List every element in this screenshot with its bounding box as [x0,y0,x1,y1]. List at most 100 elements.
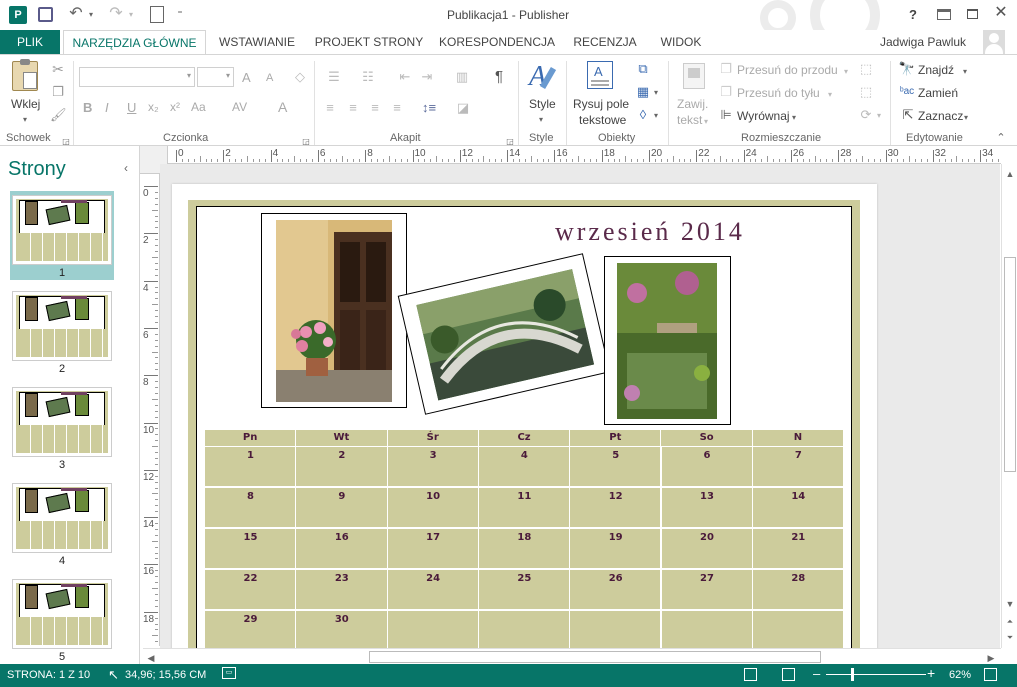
tab-insert[interactable]: WSTAWIANIE [212,30,302,54]
select-button[interactable]: Zaznacz [918,109,963,123]
grow-font-button[interactable]: A [242,70,251,85]
fit-page-icon[interactable] [984,668,997,681]
ribbon-display-options-icon[interactable] [937,9,951,20]
tab-view[interactable]: WIDOK [652,30,710,54]
wrap-text-dropdown-icon[interactable]: ▾ [702,114,710,130]
bullets-icon[interactable]: ☰ [322,69,346,85]
tab-home[interactable]: NARZĘDZIA GŁÓWNE [63,30,206,55]
calendar-table[interactable]: Pn Wt Śr Cz Pt So N 1 2 3 4 5 6 7 8 9 10 11 12 13 14 15 16 17 18… [205,430,845,648]
page-thumbnail[interactable] [12,387,112,457]
page-indicator[interactable]: STRONA: 1 Z 10 [7,669,90,681]
columns-icon[interactable]: ▥ [450,69,474,85]
avatar[interactable] [983,30,1005,54]
restore-icon[interactable] [967,9,978,19]
user-name[interactable]: Jadwiga Pawluk [880,35,966,49]
qat-customize-icon[interactable]: ⁼ [174,7,186,23]
styles-button[interactable]: Style [529,97,556,111]
find-button[interactable]: Znajdź [918,63,954,77]
underline-button[interactable]: U [127,100,136,115]
draw-textbox-button[interactable]: Rysuj pole [573,97,629,111]
calendar-cell[interactable] [387,610,479,648]
align-right-icon[interactable]: ≡ [367,100,383,116]
zoom-out-icon[interactable]: – [813,666,820,681]
calendar-cell[interactable] [752,610,845,648]
photo-garden[interactable] [604,256,731,425]
send-backward-icon[interactable]: ❐ [718,84,734,100]
horizontal-ruler[interactable]: 0 2 4 6 8 10 12 14 16 18 20 22 24 26 28 30 32 34 [168,146,1001,164]
save-icon[interactable] [38,7,53,22]
replace-button[interactable]: Zamień [918,86,958,100]
document-canvas[interactable]: wrzesień 2014 Pn Wt Śr Cz Pt So N 1 2 3 … [160,164,1000,648]
ungroup-objects-icon[interactable]: ⬚ [857,84,875,100]
zoom-slider[interactable] [826,674,926,675]
font-color-button[interactable]: A [278,99,287,115]
scroll-down-icon[interactable]: ▼ [1004,596,1016,612]
photo-door[interactable] [261,213,407,408]
replace-icon[interactable]: ᵇac [898,84,916,100]
paragraph-shading-icon[interactable]: ◪ [452,100,474,116]
align-objects-icon[interactable]: ⊫ [718,107,734,123]
next-page-icon[interactable]: ⏷ [1004,630,1016,646]
undo-dropdown-icon[interactable]: ▾ [86,7,96,23]
paste-button[interactable]: Wklej [11,97,40,111]
subscript-button[interactable]: x₂ [148,100,159,114]
page-thumbnail[interactable] [12,483,112,553]
calendar-cell[interactable] [570,610,662,648]
cut-icon[interactable]: ✂ [50,61,66,77]
close-icon[interactable]: ✕ [993,5,1009,21]
two-page-view-icon[interactable] [782,668,795,681]
wrap-text-icon[interactable] [683,63,705,89]
collapse-pages-panel-icon[interactable]: ‹ [120,160,132,176]
redo-dropdown-icon[interactable]: ▾ [126,7,136,23]
vertical-ruler[interactable]: 0 2 4 6 8 10 12 14 16 18 [140,174,160,646]
send-backward-dropdown-icon[interactable]: ▾ [826,87,834,103]
calendar-cell[interactable] [478,610,571,648]
numbering-icon[interactable]: ☷ [356,69,380,85]
vertical-scrollbar[interactable]: ▲ ▼ ⏶ ⏷ [1001,164,1017,648]
bold-button[interactable]: B [83,100,92,115]
find-dropdown-icon[interactable]: ▾ [961,64,969,80]
undo-icon[interactable]: ↶ [68,6,84,22]
clear-formatting-icon[interactable]: ◇ [292,69,308,85]
month-title[interactable]: wrzesień 2014 [555,217,745,247]
decrease-indent-icon[interactable]: ⇤ [396,69,414,85]
wrap-text-button-line2[interactable]: tekst [677,113,702,127]
collapse-ribbon-icon[interactable]: ⌃ [994,130,1008,146]
styles-dropdown-icon[interactable]: ▾ [536,112,546,128]
page-thumbnail[interactable] [12,195,112,265]
draw-textbox-button-line2[interactable]: tekstowe [579,113,626,127]
show-formatting-marks-button[interactable]: ¶ [495,68,503,85]
shrink-font-button[interactable]: A [266,72,273,84]
align-objects-button[interactable]: Wyrównaj [737,109,790,123]
tab-mailings[interactable]: KORESPONDENCJA [436,30,558,54]
change-case-button[interactable]: Aa [191,100,206,114]
paste-dropdown-icon[interactable]: ▾ [20,112,30,128]
shapes-dropdown-icon[interactable]: ▾ [652,108,660,124]
format-painter-icon[interactable]: 🖌 [50,107,67,123]
justify-icon[interactable]: ≡ [389,100,405,116]
character-spacing-button[interactable]: AV [232,100,247,114]
layout-icon[interactable]: ▭ [222,667,236,679]
wrap-text-button[interactable]: Zawij. [677,97,708,111]
font-name-dropdown[interactable]: ▾ [79,67,195,87]
bring-forward-icon[interactable]: ❐ [718,61,734,77]
rotate-dropdown-icon[interactable]: ▾ [875,108,883,124]
page-thumbnail[interactable] [12,291,112,361]
styles-icon[interactable]: A [529,61,557,93]
table-dropdown-icon[interactable]: ▾ [652,85,660,101]
align-left-icon[interactable]: ≡ [322,100,338,116]
zoom-slider-thumb[interactable] [851,668,854,681]
horizontal-scrollbar[interactable]: ◀ ▶ [143,648,1001,664]
help-button[interactable]: ? [909,7,917,22]
find-icon[interactable]: 🔭 [898,61,916,77]
bring-forward-button[interactable]: Przesuń do przodu [737,63,838,77]
align-center-icon[interactable]: ≡ [345,100,361,116]
horizontal-scroll-thumb[interactable] [369,651,821,663]
select-icon[interactable]: ⇱ [900,107,916,123]
vertical-scroll-thumb[interactable] [1004,257,1016,472]
tab-page-design[interactable]: PROJEKT STRONY [310,30,428,54]
group-objects-icon[interactable]: ⬚ [857,61,875,77]
superscript-button[interactable]: x² [170,100,180,114]
line-spacing-icon[interactable]: ↕≡ [418,100,440,116]
copy-icon[interactable]: ❐ [50,84,66,100]
